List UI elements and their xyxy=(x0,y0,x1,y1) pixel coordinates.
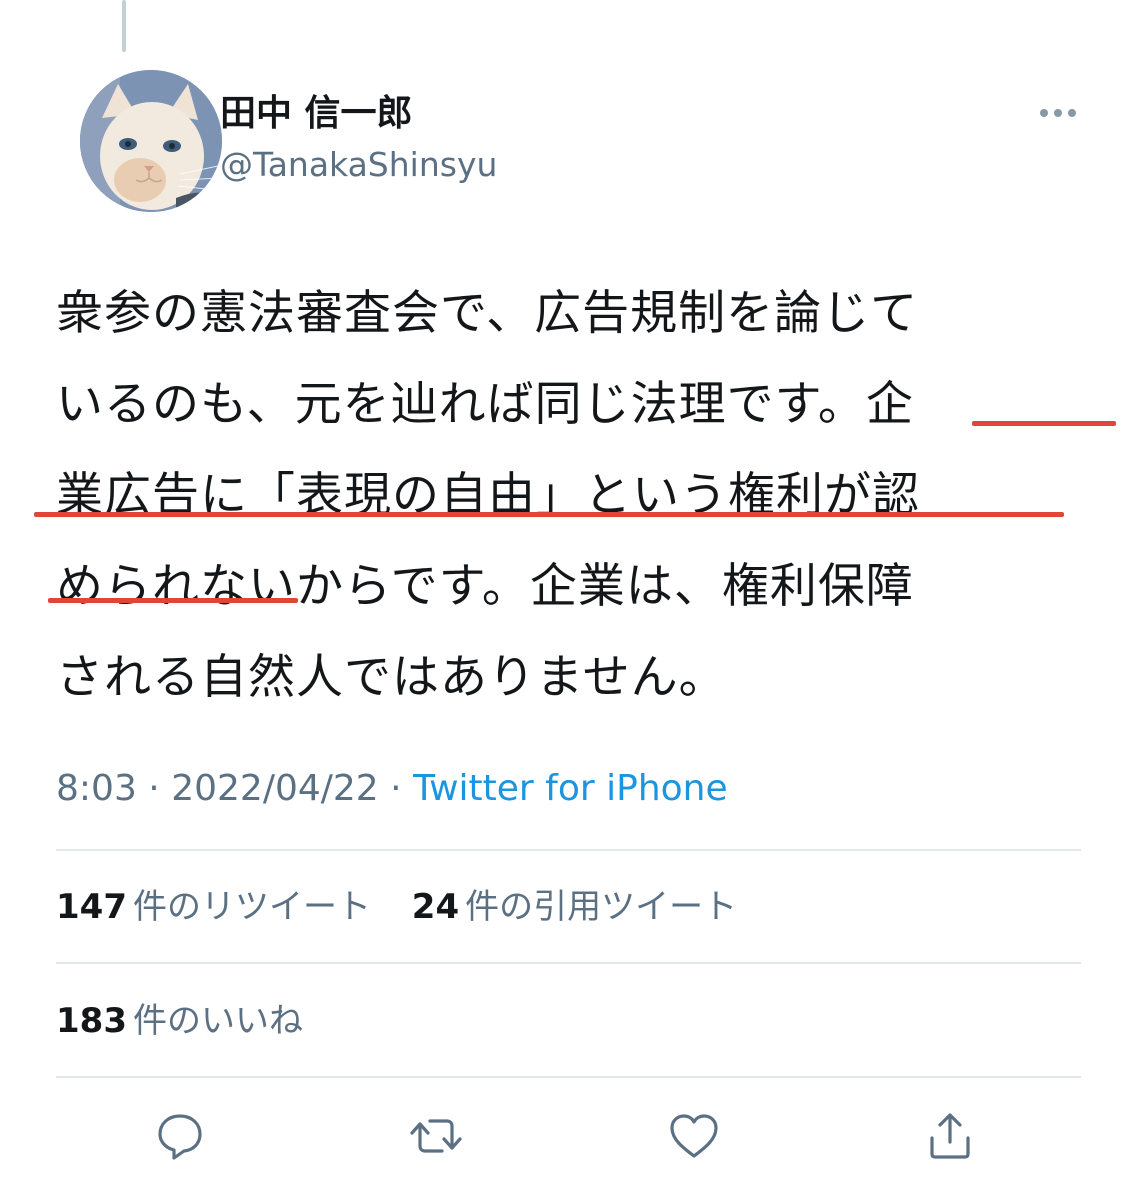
thread-connector-line xyxy=(122,0,126,52)
author-handle[interactable]: @TanakaShinsyu xyxy=(220,144,497,186)
highlight-underline xyxy=(972,421,1116,426)
quotes-label: 件の引用ツイート xyxy=(465,887,738,927)
tweet-text-line: められないからです。企業は、権利保障 xyxy=(56,559,914,614)
retweets-stat[interactable]: 147 件のリツイート xyxy=(56,887,371,927)
tweet-text: 衆参の憲法審査会で、広告規制を論じて いるのも、元を辿れば同じ法理です。企 業広… xyxy=(56,268,1096,723)
like-button[interactable] xyxy=(666,1108,722,1164)
more-options-icon[interactable] xyxy=(1036,100,1080,126)
author-display-name[interactable]: 田中 信一郎 xyxy=(220,92,413,136)
retweet-button[interactable] xyxy=(408,1108,464,1164)
tweet-meta: 8:03 · 2022/04/22 · Twitter for iPhone xyxy=(56,766,728,812)
meta-separator: · xyxy=(148,768,160,809)
divider xyxy=(56,1076,1081,1078)
share-button[interactable] xyxy=(922,1108,978,1164)
retweets-count: 147 xyxy=(56,887,127,927)
retweet-stats-row: 147 件のリツイート 24 件の引用ツイート xyxy=(56,884,767,930)
highlight-underline xyxy=(34,512,1064,517)
tweet-text-line: 業広告に「表現の自由」という権利が認 xyxy=(56,468,920,523)
like-icon xyxy=(670,1114,718,1158)
tweet-text-line: される自然人ではありません。 xyxy=(56,650,727,705)
avatar[interactable] xyxy=(80,70,222,212)
tweet-date: 2022/04/22 xyxy=(171,768,379,809)
likes-stat[interactable]: 183 件のいいね xyxy=(56,1001,303,1041)
divider xyxy=(56,962,1081,964)
likes-stats-row: 183 件のいいね xyxy=(56,998,333,1044)
tweet-text-line: いるのも、元を辿れば同じ法理です。企 xyxy=(56,377,914,432)
tweet-actions-bar xyxy=(0,1108,1121,1164)
tweet-text-line: 衆参の憲法審査会で、広告規制を論じて xyxy=(56,286,919,341)
reply-icon xyxy=(158,1114,202,1160)
reply-button[interactable] xyxy=(152,1108,208,1164)
tweet-time: 8:03 xyxy=(56,768,137,809)
likes-label: 件のいいね xyxy=(132,1001,303,1041)
retweets-label: 件のリツイート xyxy=(132,887,371,927)
meta-separator: · xyxy=(390,768,402,809)
cat-avatar-icon xyxy=(80,70,222,212)
retweet-icon xyxy=(410,1119,462,1153)
highlight-underline xyxy=(48,598,298,603)
divider xyxy=(56,849,1081,851)
quotes-count: 24 xyxy=(411,887,460,927)
share-icon xyxy=(930,1113,970,1159)
tweet-source-link[interactable]: Twitter for iPhone xyxy=(413,768,728,809)
quotes-stat[interactable]: 24 件の引用ツイート xyxy=(412,887,737,927)
likes-count: 183 xyxy=(56,1001,127,1041)
